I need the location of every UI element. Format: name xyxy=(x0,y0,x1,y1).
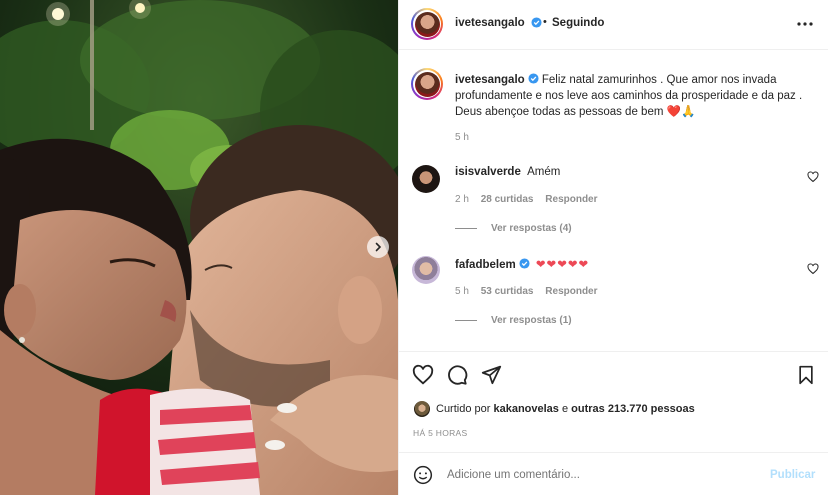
post-side-panel: ivetesangalo • Seguindo ivetesangalo Fel… xyxy=(398,0,828,495)
following-button[interactable]: Seguindo xyxy=(552,17,604,29)
share-icon[interactable] xyxy=(481,364,502,385)
comment-username[interactable]: isisvalverde xyxy=(455,166,521,178)
likes-user[interactable]: kakanovelas xyxy=(493,403,558,415)
comment-likes-count[interactable]: 53 curtidas xyxy=(481,286,534,297)
comment-likes-count[interactable]: 28 curtidas xyxy=(481,194,534,205)
view-replies-label: Ver respostas (4) xyxy=(491,223,572,234)
author-username[interactable]: ivetesangalo xyxy=(455,17,525,29)
caption: ivetesangalo Feliz natal zamurinhos . Qu… xyxy=(455,72,815,120)
comment-avatar[interactable] xyxy=(412,165,440,193)
comment-row: fafadbelem ❤❤❤❤❤ xyxy=(455,257,589,271)
caption-emojis: ❤️🙏 xyxy=(666,106,696,118)
comment-meta: 5 h 53 curtidas Responder xyxy=(455,286,598,297)
author-avatar[interactable] xyxy=(411,8,443,40)
verified-badge-icon xyxy=(531,17,542,28)
verified-badge-icon xyxy=(528,73,539,84)
next-photo-button[interactable] xyxy=(367,236,389,258)
caption-time: 5 h xyxy=(455,132,469,143)
chevron-right-icon xyxy=(375,242,382,252)
liker-avatar[interactable] xyxy=(414,401,430,417)
header-separator: • xyxy=(543,16,547,28)
likes-connector: e xyxy=(561,403,569,415)
comment-icon[interactable] xyxy=(446,364,468,386)
post-header: ivetesangalo • Seguindo xyxy=(399,0,828,50)
comment-composer: Publicar xyxy=(399,452,828,495)
comment-meta: 2 h 28 curtidas Responder xyxy=(455,194,598,205)
likes-summary: Curtido por kakanovelas e outras 213.770… xyxy=(436,403,695,415)
comment-text: Amém xyxy=(527,166,561,178)
post-timestamp[interactable]: HÁ 5 HORAS xyxy=(413,428,468,438)
heart-icon[interactable] xyxy=(412,364,434,386)
comment-time: 2 h xyxy=(455,194,469,205)
comment-like-heart-icon[interactable] xyxy=(807,263,819,275)
comment-time: 5 h xyxy=(455,286,469,297)
likes-prefix: Curtido por xyxy=(436,403,491,415)
comment-reply-button[interactable]: Responder xyxy=(545,286,597,297)
instagram-post: ivetesangalo • Seguindo ivetesangalo Fel… xyxy=(0,0,828,495)
comment-avatar[interactable] xyxy=(412,256,440,284)
view-replies-label: Ver respostas (1) xyxy=(491,315,572,326)
comment-row: isisvalverde Amém xyxy=(455,166,560,178)
comment-username[interactable]: fafadbelem xyxy=(455,259,516,271)
bookmark-icon[interactable] xyxy=(797,365,815,385)
comment-reply-button[interactable]: Responder xyxy=(545,194,597,205)
caption-username[interactable]: ivetesangalo xyxy=(455,74,525,86)
emoji-icon[interactable] xyxy=(413,465,433,485)
view-replies-button[interactable]: Ver respostas (1) xyxy=(455,315,572,326)
caption-author-avatar[interactable] xyxy=(411,68,443,100)
post-photo[interactable] xyxy=(0,0,398,495)
verified-badge-icon xyxy=(519,258,530,269)
publish-button[interactable]: Publicar xyxy=(770,469,815,481)
likes-others[interactable]: outras 213.770 pessoas xyxy=(571,403,695,415)
action-bar: Curtido por kakanovelas e outras 213.770… xyxy=(399,351,828,438)
comment-text: ❤❤❤❤❤ xyxy=(535,259,590,271)
comment-like-heart-icon[interactable] xyxy=(807,171,819,183)
more-options-icon[interactable] xyxy=(797,22,813,26)
photo-scene xyxy=(0,0,398,495)
comment-input[interactable] xyxy=(447,465,747,485)
view-replies-button[interactable]: Ver respostas (4) xyxy=(455,223,572,234)
